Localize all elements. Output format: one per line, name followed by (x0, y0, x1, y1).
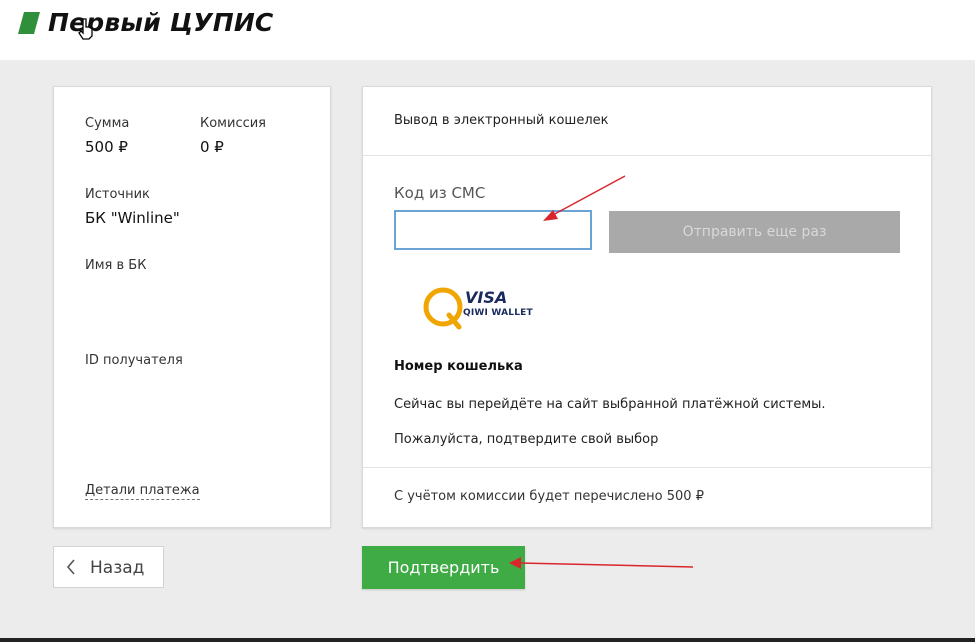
top-header: Первый ЦУПИС (0, 0, 975, 60)
source-value: БК "Winline" (85, 209, 180, 227)
qiwi-wallet-text: QIWI WALLET (463, 308, 533, 318)
divider (363, 467, 931, 468)
chevron-left-icon (66, 559, 75, 575)
wallet-number-label: Номер кошелька (394, 359, 523, 374)
bk-name-label: Имя в БК (85, 258, 147, 273)
withdrawal-title: Вывод в электронный кошелек (394, 113, 609, 128)
confirm-choice-text: Пожалуйста, подтвердите свой выбор (394, 432, 659, 447)
confirm-button[interactable]: Подтвердить (362, 546, 525, 589)
qiwi-visa-text: VISA (465, 288, 508, 307)
sms-code-label: Код из СМС (394, 184, 486, 202)
transfer-amount-note: С учётом комиссии будет перечислено 500 … (394, 489, 704, 504)
recipient-id-label: ID получателя (85, 353, 183, 368)
payment-summary-card: Сумма 500 ₽ Комиссия 0 ₽ Источник БК "Wi… (53, 86, 331, 528)
payment-details-link[interactable]: Детали платежа (85, 483, 200, 500)
commission-value: 0 ₽ (200, 138, 224, 156)
divider (363, 155, 931, 156)
logo-icon (18, 12, 40, 34)
resend-code-button[interactable]: Отправить еще раз (609, 211, 900, 253)
back-button-label: Назад (90, 558, 145, 578)
hand-pointer-icon (78, 18, 93, 40)
sms-code-input[interactable] (394, 210, 592, 250)
source-label: Источник (85, 187, 150, 202)
back-button[interactable]: Назад (53, 546, 164, 588)
amount-label: Сумма (85, 116, 130, 131)
amount-value: 500 ₽ (85, 138, 128, 156)
withdrawal-card: Вывод в электронный кошелек Код из СМС О… (362, 86, 932, 528)
commission-label: Комиссия (200, 116, 267, 131)
redirect-info-text: Сейчас вы перейдёте на сайт выбранной пл… (394, 397, 826, 412)
bottom-border (0, 638, 975, 642)
